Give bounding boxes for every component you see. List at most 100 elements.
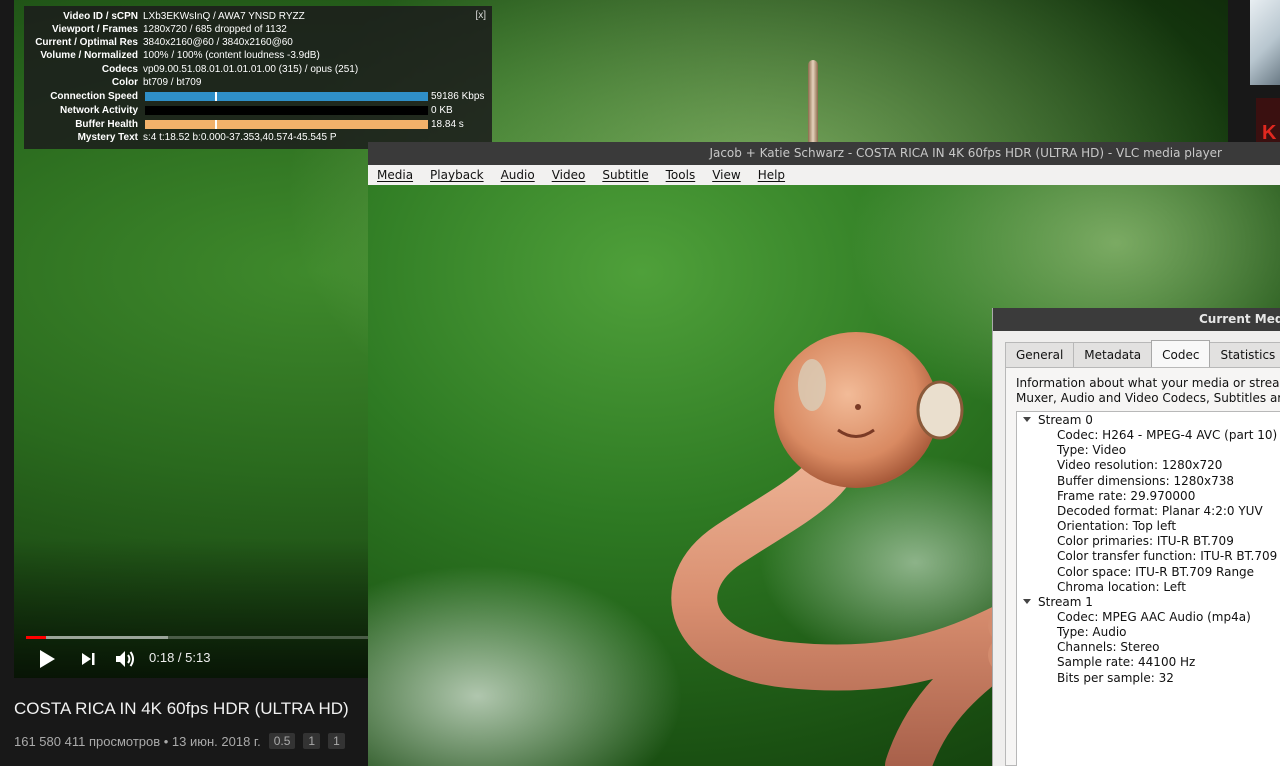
tree-item: Type: Video xyxy=(1057,443,1127,458)
stats-label: Connection Speed xyxy=(50,91,138,102)
stats-value: s:4 t:18.52 b:0.000-37.353,40.574-45.545… xyxy=(143,132,337,143)
vlc-menu-bar: Media Playback Audio Video Subtitle Tool… xyxy=(368,165,1280,185)
stats-label: Volume / Normalized xyxy=(40,50,138,61)
tab-metadata[interactable]: Metadata xyxy=(1073,342,1153,367)
stats-label: Codecs xyxy=(101,64,138,75)
stats-row: Color bt709 / bt709 xyxy=(24,76,492,89)
tab-statistics[interactable]: Statistics xyxy=(1209,342,1280,367)
tree-stream-label: Stream 0 xyxy=(1038,413,1093,427)
video-meta: 161 580 411 просмотров • 13 июн. 2018 г.… xyxy=(14,733,345,749)
menu-help[interactable]: Help xyxy=(749,168,793,182)
play-icon xyxy=(40,650,55,668)
sidebar-thumbnail-2[interactable]: K xyxy=(1256,98,1280,142)
progress-played xyxy=(26,636,46,639)
tab-codec[interactable]: Codec xyxy=(1151,340,1211,367)
sidebar-thumbnail-text: K xyxy=(1262,122,1277,142)
menu-subtitle[interactable]: Subtitle xyxy=(593,168,656,182)
tree-item: Chroma location: Left xyxy=(1057,579,1186,594)
stats-value: LXb3EKWsInQ / AWA7 YNSD RYZZ xyxy=(143,11,305,22)
video-title: COSTA RICA IN 4K 60fps HDR (ULTRA HD) xyxy=(14,699,349,718)
chip[interactable]: 1 xyxy=(328,733,345,749)
stats-label: Buffer Health xyxy=(75,119,138,130)
tree-item: Bits per sample: 32 xyxy=(1057,670,1174,685)
codec-panel: Information about what your media or str… xyxy=(1005,367,1280,766)
stats-bar-row: Connection Speed 59186 Kbps xyxy=(24,90,492,103)
stats-label: Current / Optimal Res xyxy=(35,37,138,48)
bar-tick xyxy=(215,120,217,129)
tree-item: Video resolution: 1280x720 xyxy=(1057,458,1223,473)
bar-fill xyxy=(145,92,428,101)
stats-value: 100% / 100% (content loudness -3.9dB) xyxy=(143,50,320,61)
tree-item: Color space: ITU-R BT.709 Range xyxy=(1057,564,1255,579)
tree-stream-node[interactable]: Stream 1 xyxy=(1023,595,1093,610)
description-line: Information about what your media or str… xyxy=(1016,376,1280,390)
tab-general[interactable]: General xyxy=(1005,342,1075,367)
vlc-title-bar[interactable]: Jacob + Katie Schwarz - COSTA RICA IN 4K… xyxy=(368,142,1280,165)
stats-label: Viewport / Frames xyxy=(52,24,138,35)
stats-value: 18.84 s xyxy=(431,119,464,130)
stats-for-nerds-panel: [x] Video ID / sCPN LXb3EKWsInQ / AWA7 Y… xyxy=(24,6,492,149)
menu-view[interactable]: View xyxy=(703,168,748,182)
stats-label: Network Activity xyxy=(60,105,138,116)
codec-description: Information about what your media or str… xyxy=(1016,376,1280,405)
menu-tools[interactable]: Tools xyxy=(657,168,704,182)
stats-value: bt709 / bt709 xyxy=(143,77,202,88)
bar-fill xyxy=(145,120,428,129)
stats-label: Mystery Text xyxy=(77,132,138,143)
time-display: 0:18 / 5:13 xyxy=(149,650,211,665)
stats-bar-row: Network Activity 0 KB xyxy=(24,104,492,117)
stats-row: Volume / Normalized 100% / 100% (content… xyxy=(24,49,492,62)
codec-tree[interactable]: Stream 0 Codec: H264 - MPEG-4 AVC (part 1… xyxy=(1016,411,1280,766)
tree-stream-label: Stream 1 xyxy=(1038,594,1093,609)
menu-playback[interactable]: Playback xyxy=(421,168,492,182)
progress-loaded xyxy=(26,636,168,639)
description-line: Muxer, Audio and Video Codecs, Subtitles… xyxy=(1016,390,1280,405)
stats-row: Viewport / Frames 1280x720 / 685 dropped… xyxy=(24,23,492,36)
volume-button[interactable] xyxy=(113,645,137,673)
tree-item: Color primaries: ITU-R BT.709 xyxy=(1057,534,1234,549)
menu-media[interactable]: Media xyxy=(368,168,421,182)
expand-arrow-icon[interactable] xyxy=(1023,417,1031,422)
volume-icon xyxy=(116,651,134,667)
stats-value: vp09.00.51.08.01.01.01.01.00 (315) / opu… xyxy=(143,64,359,75)
network-activity-bar xyxy=(145,106,428,115)
tree-item: Color transfer function: ITU-R BT.709 xyxy=(1057,549,1278,564)
play-button[interactable] xyxy=(36,645,58,673)
stats-bar-row: Buffer Health 18.84 s xyxy=(24,118,492,131)
dialog-title-bar[interactable]: Current Media Information xyxy=(993,308,1280,331)
video-frame-twig xyxy=(808,60,818,145)
bar-tick xyxy=(215,92,217,101)
stats-row: Current / Optimal Res 3840x2160@60 / 384… xyxy=(24,36,492,49)
tree-item: Orientation: Top left xyxy=(1057,519,1177,534)
chip[interactable]: 0.5 xyxy=(268,733,296,749)
views-and-date: 161 580 411 просмотров • 13 июн. 2018 г. xyxy=(14,733,261,749)
stats-value: 59186 Kbps xyxy=(431,91,485,102)
stats-label: Video ID / sCPN xyxy=(63,11,138,22)
dialog-tabs: General Metadata Codec Statistics xyxy=(1005,340,1280,367)
stats-label: Color xyxy=(111,77,138,88)
tree-stream-node[interactable]: Stream 0 xyxy=(1023,413,1093,428)
menu-video[interactable]: Video xyxy=(543,168,594,182)
tree-item: Frame rate: 29.970000 xyxy=(1057,488,1196,503)
sidebar-thumbnail[interactable] xyxy=(1250,0,1280,85)
connection-speed-bar xyxy=(145,92,428,101)
media-information-dialog: Current Media Information General Metada… xyxy=(992,308,1280,766)
next-icon xyxy=(82,653,95,665)
progress-bar[interactable] xyxy=(26,636,368,639)
tree-item: Decoded format: Planar 4:2:0 YUV xyxy=(1057,503,1263,518)
menu-audio[interactable]: Audio xyxy=(492,168,543,182)
chip[interactable]: 1 xyxy=(303,733,321,749)
next-button[interactable] xyxy=(78,645,98,673)
tree-item: Codec: MPEG AAC Audio (mp4a) xyxy=(1057,609,1251,624)
stats-row: Video ID / sCPN LXb3EKWsInQ / AWA7 YNSD … xyxy=(24,10,492,23)
stats-value: 1280x720 / 685 dropped of 1132 xyxy=(143,24,287,35)
tree-item: Buffer dimensions: 1280x738 xyxy=(1057,473,1235,488)
expand-arrow-icon[interactable] xyxy=(1023,598,1031,604)
stats-row: Codecs vp09.00.51.08.01.01.01.01.00 (315… xyxy=(24,63,492,76)
tree-item: Codec: H264 - MPEG-4 AVC (part 10) (avc xyxy=(1057,428,1280,443)
stats-value: 0 KB xyxy=(431,105,453,116)
tree-item: Sample rate: 44100 Hz xyxy=(1057,655,1196,670)
tree-item: Type: Audio xyxy=(1057,625,1127,640)
tree-item: Channels: Stereo xyxy=(1057,640,1160,655)
stats-value: 3840x2160@60 / 3840x2160@60 xyxy=(143,37,293,48)
